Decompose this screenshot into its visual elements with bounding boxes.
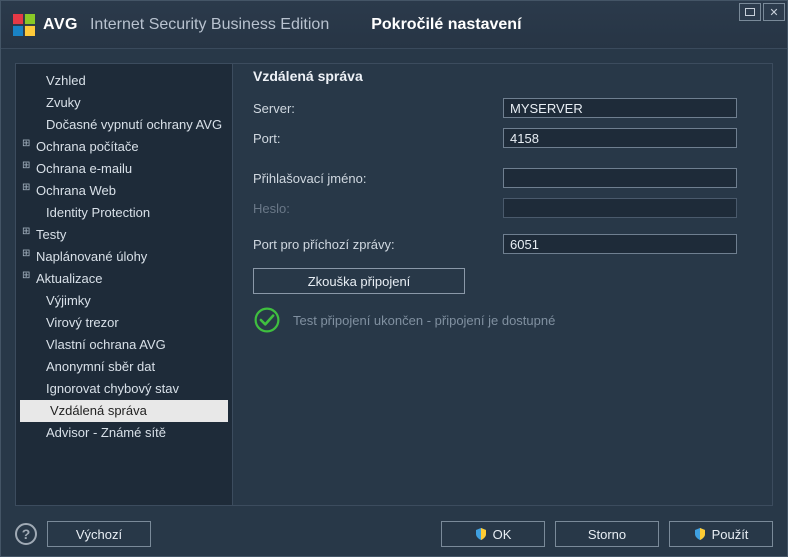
nav-label: Identity Protection — [46, 204, 150, 222]
connection-status-text: Test připojení ukončen - připojení je do… — [293, 313, 555, 328]
sidebar-item-aktualizace[interactable]: ⊞ Aktualizace — [16, 268, 232, 290]
expand-icon: ⊞ — [22, 139, 32, 149]
nav-label: Ochrana Web — [36, 182, 116, 200]
incoming-port-label: Port pro příchozí zprávy: — [253, 237, 503, 252]
nav-label: Testy — [36, 226, 66, 244]
app-logo: AVG Internet Security Business Edition — [13, 14, 329, 36]
password-label: Heslo: — [253, 201, 503, 216]
server-label: Server: — [253, 101, 503, 116]
nav-label: Anonymní sběr dat — [46, 358, 155, 376]
maximize-button[interactable] — [739, 3, 761, 21]
password-input — [503, 198, 737, 218]
check-circle-icon — [253, 306, 281, 334]
expand-icon: ⊞ — [22, 183, 32, 193]
dialog-title: Pokročilé nastavení — [371, 16, 521, 34]
nav-label: Aktualizace — [36, 270, 102, 288]
nav-label: Ochrana počítače — [36, 138, 139, 156]
expand-icon: ⊞ — [22, 227, 32, 237]
sidebar-item-advisor-site[interactable]: Advisor - Známé sítě — [16, 422, 232, 444]
sidebar-item-ochrana-web[interactable]: ⊞ Ochrana Web — [16, 180, 232, 202]
incoming-port-input[interactable] — [503, 234, 737, 254]
titlebar: AVG Internet Security Business Edition P… — [1, 1, 787, 49]
nav-label: Dočasné vypnutí ochrany AVG — [46, 116, 222, 134]
shield-icon — [694, 528, 706, 540]
sidebar-item-vlastni-ochrana[interactable]: Vlastní ochrana AVG — [16, 334, 232, 356]
nav-label: Advisor - Známé sítě — [46, 424, 166, 442]
avg-logo-icon — [13, 14, 35, 36]
nav-label: Ignorovat chybový stav — [46, 380, 179, 398]
nav-label: Virový trezor — [46, 314, 119, 332]
ok-label: OK — [493, 527, 512, 542]
port-input[interactable] — [503, 128, 737, 148]
nav-label: Naplánované úlohy — [36, 248, 147, 266]
help-button[interactable]: ? — [15, 523, 37, 545]
sidebar-item-virovy-trezor[interactable]: Virový trezor — [16, 312, 232, 334]
test-connection-button[interactable]: Zkouška připojení — [253, 268, 465, 294]
sidebar-item-anonymni-sber[interactable]: Anonymní sběr dat — [16, 356, 232, 378]
app-name: AVG — [43, 16, 78, 34]
login-label: Přihlašovací jméno: — [253, 171, 503, 186]
nav-label: Ochrana e-mailu — [36, 160, 132, 178]
footer: ? Výchozí OK Storno Použít — [1, 512, 787, 556]
expand-icon: ⊞ — [22, 249, 32, 259]
app-edition: Internet Security Business Edition — [90, 16, 329, 34]
nav-label: Výjimky — [46, 292, 91, 310]
sidebar: Vzhled Zvuky Dočasné vypnutí ochrany AVG ⊞ O… — [15, 63, 233, 506]
help-icon: ? — [22, 526, 31, 542]
sidebar-item-vyjimky[interactable]: Výjimky — [16, 290, 232, 312]
nav-label: Zvuky — [46, 94, 81, 112]
close-button[interactable]: ✕ — [763, 3, 785, 21]
sidebar-item-naplanovane-ulohy[interactable]: ⊞ Naplánované úlohy — [16, 246, 232, 268]
content-panel: Vzdálená správa Server: Port: Přihlašova… — [233, 63, 773, 506]
sidebar-item-vzdalena-sprava[interactable]: Vzdálená správa — [20, 400, 228, 422]
nav-label: Vzhled — [46, 72, 86, 90]
cancel-button[interactable]: Storno — [555, 521, 659, 547]
login-input[interactable] — [503, 168, 737, 188]
sidebar-item-docasne-vypnuti[interactable]: Dočasné vypnutí ochrany AVG — [16, 114, 232, 136]
sidebar-item-vzhled[interactable]: Vzhled — [16, 70, 232, 92]
apply-button[interactable]: Použít — [669, 521, 773, 547]
sidebar-item-ochrana-pocitace[interactable]: ⊞ Ochrana počítače — [16, 136, 232, 158]
window: AVG Internet Security Business Edition P… — [0, 0, 788, 557]
port-label: Port: — [253, 131, 503, 146]
apply-label: Použít — [712, 527, 749, 542]
expand-icon: ⊞ — [22, 161, 32, 171]
sidebar-item-zvuky[interactable]: Zvuky — [16, 92, 232, 114]
section-title: Vzdálená správa — [253, 68, 762, 84]
default-button[interactable]: Výchozí — [47, 521, 151, 547]
expand-icon: ⊞ — [22, 271, 32, 281]
maximize-icon — [745, 8, 755, 16]
close-icon: ✕ — [769, 6, 778, 19]
sidebar-item-ochrana-emailu[interactable]: ⊞ Ochrana e-mailu — [16, 158, 232, 180]
nav-label: Vlastní ochrana AVG — [46, 336, 166, 354]
nav-label: Vzdálená správa — [50, 402, 147, 420]
sidebar-item-testy[interactable]: ⊞ Testy — [16, 224, 232, 246]
ok-button[interactable]: OK — [441, 521, 545, 547]
shield-icon — [475, 528, 487, 540]
server-input[interactable] — [503, 98, 737, 118]
sidebar-item-identity-protection[interactable]: Identity Protection — [16, 202, 232, 224]
sidebar-item-ignorovat-chybovy[interactable]: Ignorovat chybový stav — [16, 378, 232, 400]
